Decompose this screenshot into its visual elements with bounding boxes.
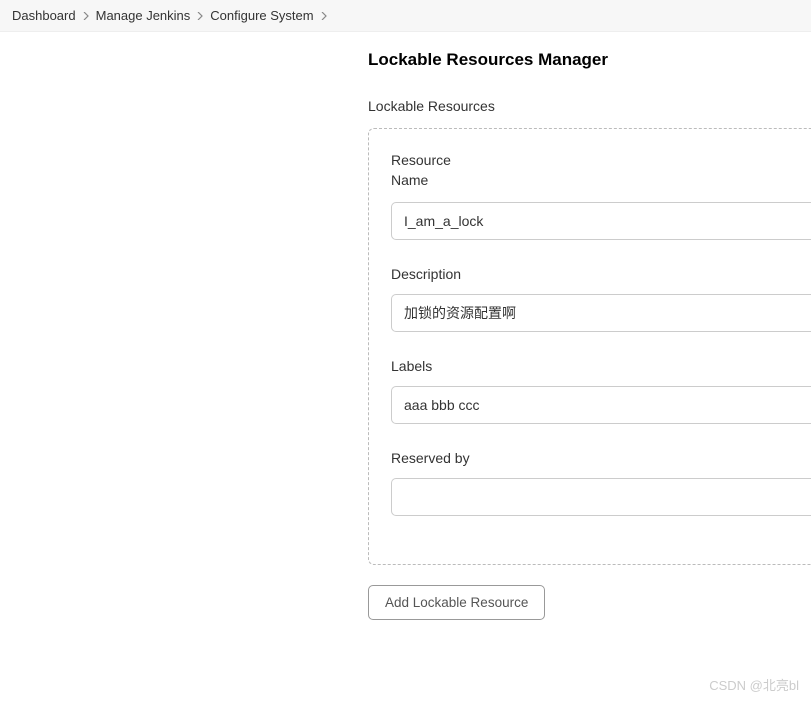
resource-config-box: Resource Name Description Labels Reserve… [368, 128, 811, 565]
breadcrumb: Dashboard Manage Jenkins Configure Syste… [0, 0, 811, 32]
breadcrumb-item-dashboard[interactable]: Dashboard [12, 8, 76, 23]
field-reserved-by: Reserved by [391, 450, 811, 516]
description-input[interactable] [391, 294, 811, 332]
labels-label: Labels [391, 358, 811, 374]
main-content: Lockable Resources Manager Lockable Reso… [0, 32, 811, 620]
field-labels: Labels [391, 358, 811, 424]
chevron-right-icon [196, 12, 204, 20]
resource-name-input[interactable] [391, 202, 811, 240]
reserved-by-label: Reserved by [391, 450, 811, 466]
description-label: Description [391, 266, 811, 282]
labels-input[interactable] [391, 386, 811, 424]
section-title: Lockable Resources Manager [368, 50, 811, 70]
breadcrumb-item-manage-jenkins[interactable]: Manage Jenkins [96, 8, 191, 23]
breadcrumb-item-configure-system[interactable]: Configure System [210, 8, 313, 23]
chevron-right-icon [82, 12, 90, 20]
resource-name-label: Resource Name [391, 151, 471, 190]
subsection-label: Lockable Resources [368, 98, 811, 114]
watermark-text: CSDN @北亮bl [709, 675, 799, 694]
reserved-by-input[interactable] [391, 478, 811, 516]
add-lockable-resource-button[interactable]: Add Lockable Resource [368, 585, 545, 620]
chevron-right-icon [320, 12, 328, 20]
field-description: Description [391, 266, 811, 332]
field-resource-name: Resource Name [391, 151, 811, 240]
